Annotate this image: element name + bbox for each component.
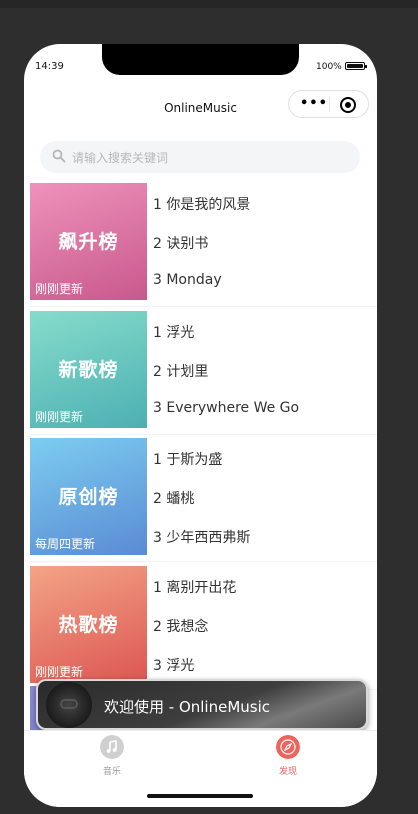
chart-row-hot[interactable]: 热歌榜 刚刚更新 1 离别开出花 2 我想念 3 浮光 — [30, 566, 377, 690]
song-item[interactable]: 3 Monday — [153, 272, 222, 288]
more-dots-icon[interactable]: ••• — [300, 97, 328, 111]
chart-song-list: 1 离别开出花 2 我想念 3 浮光 — [153, 566, 373, 683]
chart-cover[interactable]: 新歌榜 刚刚更新 — [30, 311, 147, 428]
song-item[interactable]: 3 浮光 — [153, 655, 194, 675]
capsule-divider — [329, 97, 330, 112]
song-item[interactable]: 1 于斯为盛 — [153, 449, 222, 469]
tab-music[interactable]: 音乐 — [24, 731, 200, 791]
battery-percent: 100% — [316, 62, 342, 72]
battery-icon — [345, 62, 367, 70]
tab-discover[interactable]: 发现 — [200, 731, 376, 791]
compass-icon — [276, 735, 300, 759]
home-indicator — [147, 794, 253, 798]
chart-cover[interactable]: 原创榜 每周四更新 — [30, 438, 147, 555]
chart-update-text: 刚刚更新 — [35, 282, 84, 296]
target-circle-icon[interactable] — [340, 97, 356, 113]
status-time: 14:39 — [35, 61, 64, 72]
chart-cover-title: 热歌榜 — [58, 614, 119, 636]
chart-song-list: 1 浮光 2 计划里 3 Everywhere We Go — [153, 311, 373, 428]
welcome-text: 欢迎使用 - OnlineMusic — [104, 698, 271, 716]
chart-cover-title: 新歌榜 — [58, 359, 119, 381]
chart-cover-title: 原创榜 — [58, 486, 119, 508]
chart-song-list: 1 于斯为盛 2 蟠桃 3 少年西西弗斯 — [153, 438, 373, 555]
song-item[interactable]: 1 离别开出花 — [153, 577, 236, 597]
song-item[interactable]: 2 诀别书 — [153, 233, 208, 253]
chart-row-new-songs[interactable]: 新歌榜 刚刚更新 1 浮光 2 计划里 3 Everywhere We Go — [30, 311, 377, 435]
chart-row-soaring[interactable]: 飙升榜 刚刚更新 1 你是我的风景 2 诀别书 3 Monday — [30, 183, 377, 307]
song-item[interactable]: 2 蟠桃 — [153, 488, 194, 508]
tab-label: 音乐 — [102, 767, 121, 777]
chart-cover[interactable]: 飙升榜 刚刚更新 — [30, 183, 147, 300]
chart-update-text: 每周四更新 — [35, 537, 96, 551]
chart-update-text: 刚刚更新 — [35, 410, 84, 424]
device-notch — [102, 44, 299, 75]
chart-row-original[interactable]: 原创榜 每周四更新 1 于斯为盛 2 蟠桃 3 少年西西弗斯 — [30, 438, 377, 562]
phone-screen: 14:39 100% OnlineMusic ••• 飙升榜 刚刚更新 1 你是… — [24, 44, 377, 807]
song-item[interactable]: 3 Everywhere We Go — [153, 400, 299, 416]
song-item[interactable]: 2 我想念 — [153, 616, 208, 636]
chart-update-text: 刚刚更新 — [35, 665, 84, 679]
song-item[interactable]: 2 计划里 — [153, 361, 208, 381]
chart-song-list: 1 你是我的风景 2 诀别书 3 Monday — [153, 183, 373, 300]
mini-program-capsule: ••• — [288, 90, 369, 118]
welcome-player-bar[interactable]: 欢迎使用 - OnlineMusic — [36, 679, 368, 730]
chart-cover[interactable]: 热歌榜 刚刚更新 — [30, 566, 147, 683]
search-bar[interactable] — [40, 141, 360, 173]
song-item[interactable]: 3 少年西西弗斯 — [153, 527, 250, 547]
song-item[interactable]: 1 你是我的风景 — [153, 194, 250, 214]
album-disc-icon — [46, 682, 92, 728]
tab-label: 发现 — [278, 767, 297, 777]
song-item[interactable]: 1 浮光 — [153, 322, 194, 342]
window-top-strip — [0, 0, 418, 8]
chart-cover-title: 飙升榜 — [58, 231, 119, 253]
music-note-icon — [100, 735, 124, 759]
search-input[interactable] — [70, 147, 344, 169]
search-icon — [52, 149, 66, 163]
